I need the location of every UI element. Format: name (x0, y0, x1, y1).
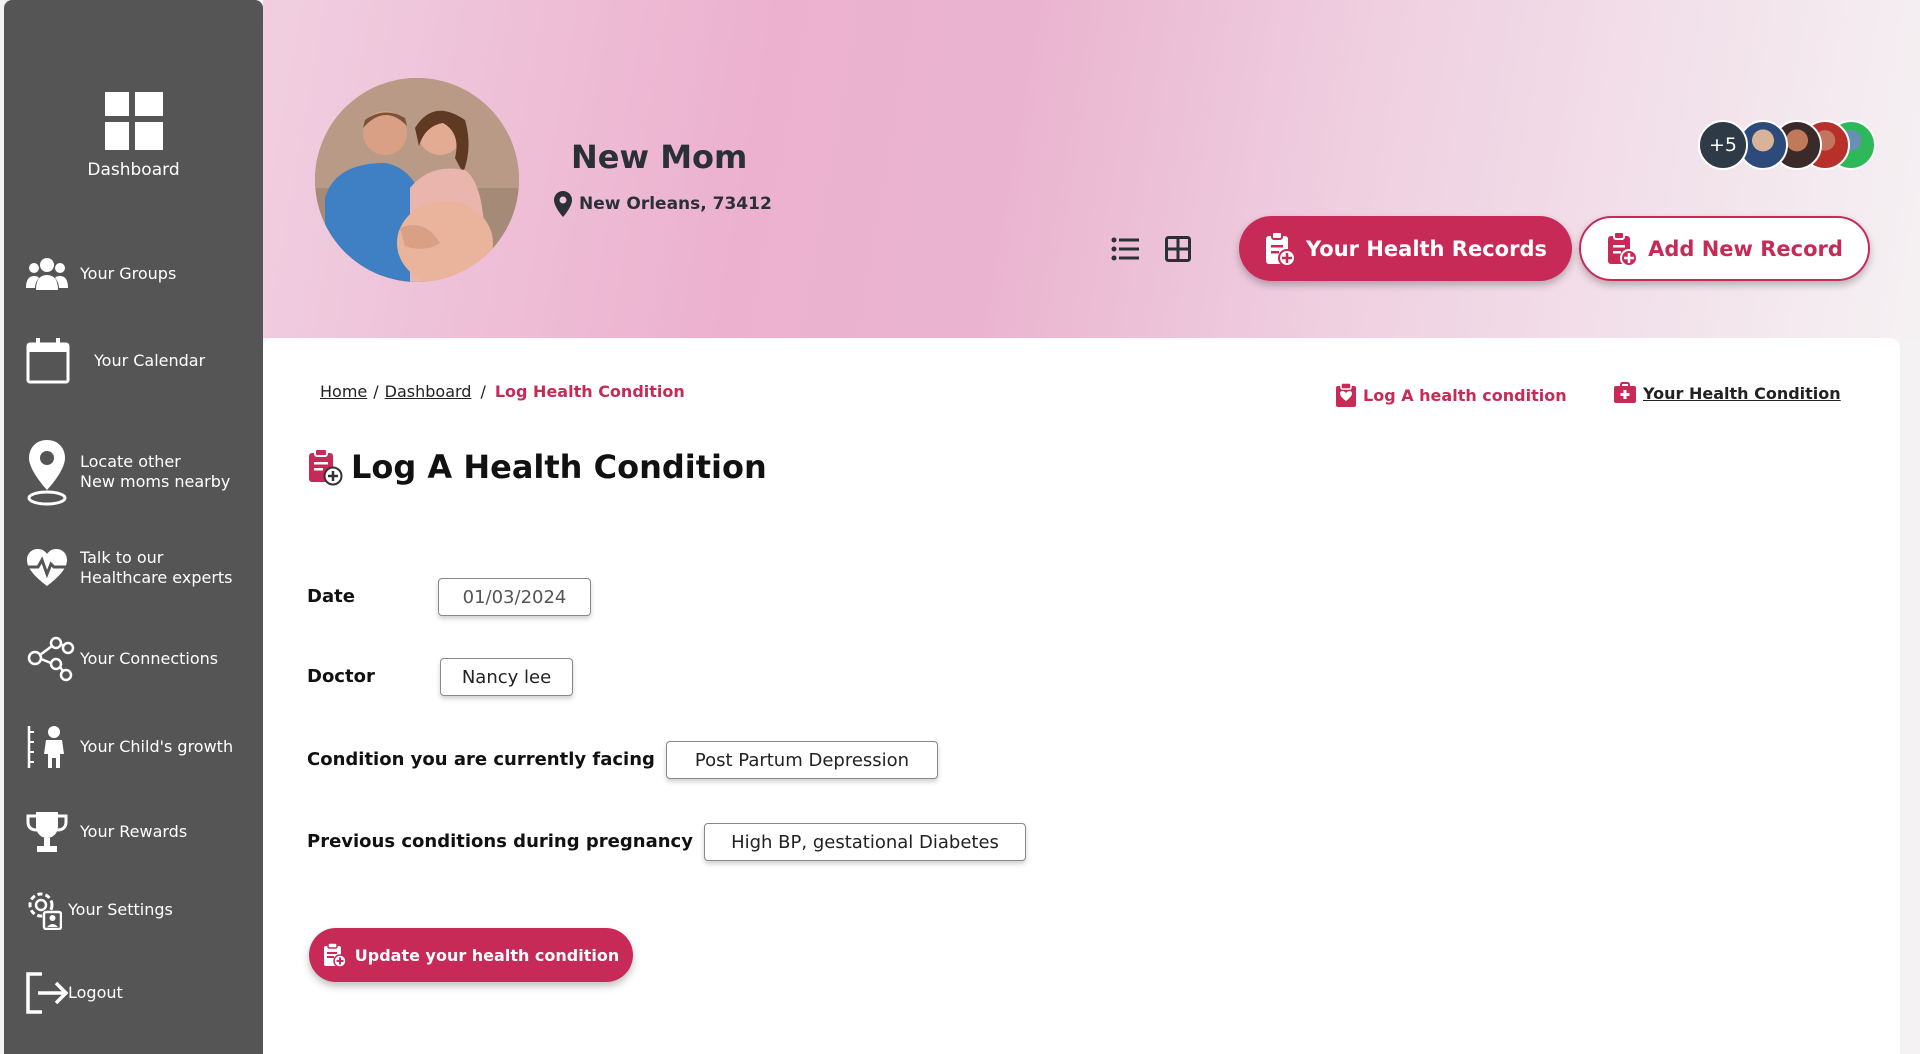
list-view-button[interactable] (1108, 232, 1142, 266)
profile-location: New Orleans, 73412 (553, 190, 772, 218)
profile-avatar (315, 78, 519, 282)
profile-name: New Mom (571, 138, 748, 176)
breadcrumb: Home / Dashboard / Log Health Condition (320, 382, 685, 401)
button-label: Your Health Records (1306, 236, 1547, 261)
settings-user-icon (28, 892, 62, 930)
sidebar-item-experts[interactable]: Talk to our Healthcare experts (26, 548, 233, 588)
update-health-condition-button[interactable]: Update your health condition (309, 928, 633, 982)
link-label: Your Health Condition (1643, 383, 1841, 403)
sidebar-item-label: Your Rewards (80, 822, 188, 841)
clipboard-add-icon (1266, 230, 1296, 267)
breadcrumb-separator: / (480, 382, 486, 401)
group-avatars[interactable]: +5 (1698, 120, 1888, 170)
breadcrumb-home[interactable]: Home (320, 382, 367, 401)
logout-icon (26, 972, 68, 1014)
group-more-count: +5 (1698, 120, 1748, 170)
map-pin-icon (27, 440, 67, 506)
heart-pulse-icon (27, 549, 67, 586)
add-new-record-button[interactable]: Add New Record (1579, 216, 1870, 281)
sidebar-item-logout[interactable]: Logout (26, 972, 123, 1014)
clipboard-heart-icon (1336, 382, 1356, 407)
sidebar-item-rewards[interactable]: Your Rewards (26, 810, 187, 854)
map-pin-icon (554, 191, 572, 217)
sidebar-item-label: Dashboard (87, 160, 180, 180)
previous-conditions-field[interactable] (704, 823, 1026, 861)
sidebar-item-settings[interactable]: Your Settings (26, 890, 173, 930)
date-label: Date (307, 586, 355, 607)
link-label: Log A health condition (1363, 385, 1567, 405)
sidebar-item-label: Talk to our Healthcare experts (80, 548, 233, 587)
sidebar-item-calendar[interactable]: Your Calendar (26, 338, 205, 384)
current-condition-label: Condition you are currently facing (307, 749, 655, 770)
medical-kit-icon (1614, 382, 1636, 403)
previous-conditions-label: Previous conditions during pregnancy (307, 831, 693, 852)
sidebar-item-groups[interactable]: Your Groups (26, 256, 176, 292)
main-content: Home / Dashboard / Log Health Condition … (263, 338, 1900, 1054)
sidebar-item-label: Your Calendar (94, 351, 206, 370)
dashboard-icon (104, 92, 163, 150)
sidebar-item-label: Logout (68, 983, 123, 1002)
child-growth-icon (27, 726, 64, 768)
connections-icon (27, 636, 75, 682)
sidebar-item-label: Your Child's growth (80, 737, 234, 756)
current-condition-field[interactable] (666, 741, 938, 779)
page-title: Log A Health Condition (307, 448, 767, 486)
sidebar-item-connections[interactable]: Your Connections (26, 636, 218, 682)
list-icon (1111, 237, 1139, 261)
sidebar-item-label: Your Connections (80, 649, 219, 668)
health-records-button[interactable]: Your Health Records (1239, 216, 1572, 281)
breadcrumb-dashboard[interactable]: Dashboard (385, 382, 472, 401)
breadcrumb-separator: / (373, 382, 379, 401)
users-icon (26, 258, 68, 290)
page-heading: Log A Health Condition (351, 448, 767, 486)
clipboard-add-icon (1608, 230, 1639, 267)
button-label: Update your health condition (354, 945, 620, 965)
doctor-label: Doctor (307, 666, 375, 687)
button-label: Add New Record (1648, 236, 1843, 261)
clipboard-add-icon (323, 942, 347, 968)
sidebar: Dashboard Your Groups Your Calendar Loca… (4, 0, 263, 1054)
your-health-condition-link[interactable]: Your Health Condition (1613, 382, 1841, 404)
date-field[interactable] (438, 578, 591, 616)
profile-header: New Mom New Orleans, 73412 Your Health R… (263, 0, 1920, 338)
log-health-condition-link[interactable]: Log A health condition (1335, 382, 1567, 408)
sidebar-item-growth[interactable]: Your Child's growth (26, 724, 233, 770)
sidebar-item-dashboard[interactable]: Dashboard (4, 92, 263, 180)
calendar-icon (26, 338, 70, 384)
location-text: New Orleans, 73412 (579, 194, 772, 214)
sidebar-item-label: Your Groups (80, 264, 177, 283)
clipboard-add-icon (309, 448, 343, 486)
trophy-icon (26, 812, 68, 852)
grid-view-button[interactable] (1161, 232, 1195, 266)
doctor-field[interactable] (440, 658, 573, 696)
sidebar-item-label: Your Settings (68, 900, 173, 919)
grid-icon (1165, 236, 1191, 262)
sidebar-item-label: Locate other New moms nearby (80, 452, 231, 491)
breadcrumb-current: Log Health Condition (494, 382, 685, 401)
sidebar-item-locate[interactable]: Locate other New moms nearby (26, 438, 230, 506)
